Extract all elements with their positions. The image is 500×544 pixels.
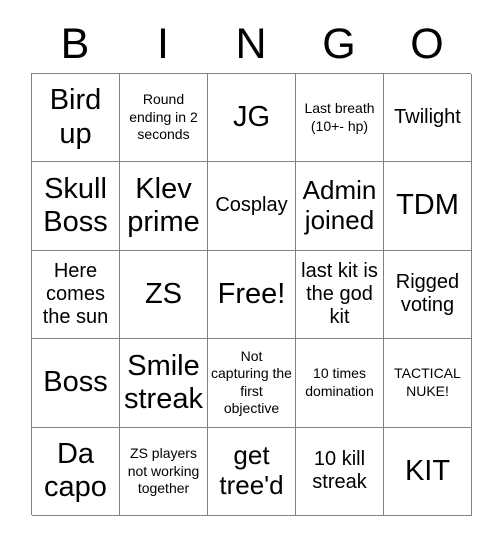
bingo-cell[interactable]: KIT	[384, 427, 472, 516]
bingo-header-letter-2: N	[235, 20, 267, 68]
bingo-cell-label: Free!	[217, 277, 286, 310]
bingo-cell-label: Round ending in 2 seconds	[129, 91, 198, 143]
bingo-cell[interactable]: TDM	[384, 162, 472, 251]
bingo-cell[interactable]: TACTICAL NUKE!	[384, 339, 472, 428]
bingo-cell[interactable]: Skull Boss	[32, 162, 120, 251]
bingo-cell-label: Last breath (10+- hp)	[304, 100, 375, 134]
bingo-header-letter-4: O	[410, 20, 444, 68]
bingo-cell-label: Cosplay	[215, 194, 288, 217]
bingo-cell[interactable]: get tree'd	[208, 427, 296, 516]
bingo-cell-label: Boss	[43, 366, 108, 399]
bingo-cell-label: Not capturing the first objective	[211, 347, 292, 417]
bingo-cell-label: TDM	[396, 189, 459, 222]
bingo-header-row: BINGO	[31, 16, 471, 72]
bingo-cell[interactable]: last kit is the god kit	[296, 250, 384, 340]
bingo-cell-label: get tree'd	[219, 440, 284, 501]
bingo-cell[interactable]: Klev prime	[120, 162, 208, 251]
bingo-cell[interactable]: Admin joined	[296, 162, 384, 251]
bingo-cell-label: Bird up	[49, 84, 102, 150]
bingo-cell-label: Skull Boss	[43, 172, 108, 239]
bingo-cell-label: Rigged voting	[395, 271, 460, 317]
bingo-cell-label: Twilight	[394, 106, 461, 129]
bingo-cell-label: Admin joined	[302, 175, 377, 236]
bingo-cell[interactable]: Free!	[208, 250, 296, 340]
bingo-cell-label: KIT	[404, 454, 451, 487]
bingo-cell[interactable]: Twilight	[384, 74, 472, 163]
bingo-cell-label: Here comes the sun	[42, 259, 109, 329]
bingo-cell[interactable]: Rigged voting	[384, 250, 472, 340]
bingo-header-letter-1: I	[157, 20, 169, 68]
bingo-cell[interactable]: Last breath (10+- hp)	[296, 74, 384, 163]
bingo-cell-label: 10 times domination	[305, 365, 374, 399]
bingo-cell[interactable]: Smile streak	[120, 339, 208, 428]
bingo-cell-label: last kit is the god kit	[301, 259, 378, 329]
bingo-cell-label: TACTICAL NUKE!	[394, 365, 461, 399]
bingo-cell-label: 10 kill streak	[312, 448, 367, 494]
bingo-cell[interactable]: 10 kill streak	[296, 427, 384, 516]
bingo-cell-label: JG	[232, 101, 271, 134]
bingo-header-letter-0: B	[60, 20, 90, 68]
bingo-grid: Bird up Round ending in 2 seconds JG Last b…	[31, 73, 472, 516]
bingo-cell[interactable]: Boss	[32, 339, 120, 428]
bingo-cell[interactable]: Not capturing the first objective	[208, 339, 296, 428]
bingo-cell[interactable]: Bird up	[32, 74, 120, 163]
bingo-card: B I N G O Bird up Round ending in 2 seconds JG…	[0, 0, 500, 544]
bingo-cell[interactable]: 10 times domination	[296, 339, 384, 428]
bingo-cell[interactable]: Cosplay	[208, 162, 296, 251]
bingo-cell-label: Klev prime	[127, 172, 200, 239]
bingo-cell-label: Da capo	[44, 437, 107, 504]
bingo-header-letter-3: G	[322, 20, 356, 68]
bingo-cell[interactable]: Here comes the sun	[32, 250, 120, 340]
bingo-cell[interactable]: ZS	[120, 250, 208, 340]
bingo-cell[interactable]: Round ending in 2 seconds	[120, 74, 208, 163]
bingo-cell-label: Smile streak	[124, 349, 203, 415]
bingo-cell-label: ZS	[144, 277, 183, 310]
bingo-cell[interactable]: JG	[208, 74, 296, 163]
bingo-cell[interactable]: Da capo	[32, 427, 120, 516]
bingo-cell[interactable]: ZS players not working together	[120, 427, 208, 516]
bingo-cell-label: ZS players not working together	[127, 445, 200, 496]
